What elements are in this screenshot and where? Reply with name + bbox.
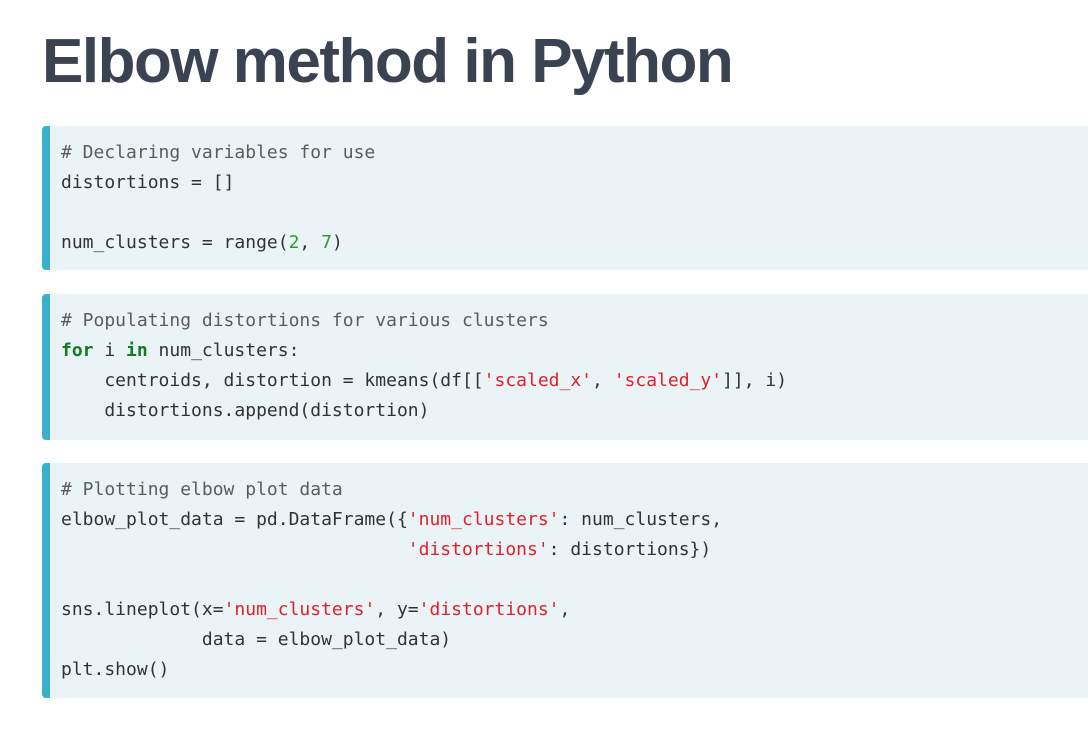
code-text: ) (331, 232, 343, 253)
code-text: distortions = [] (61, 172, 235, 193)
code-text: ]], i) (722, 370, 788, 391)
code-line: plt.show() (61, 655, 1088, 685)
code-text: , (299, 232, 322, 253)
code-line: for i in num_clusters: (61, 336, 1088, 366)
page: Elbow method in Python # Declaring varia… (0, 0, 1088, 744)
code-line: sns.lineplot(x='num_clusters', y='distor… (61, 595, 1088, 625)
code-text: , y= (375, 599, 419, 620)
code-text: data = elbow_plot_data) (61, 629, 452, 650)
code-block: # Populating distortions for various clu… (42, 294, 1088, 440)
code-comment: # Plotting elbow plot data (61, 479, 343, 500)
code-text: num_clusters = range( (61, 232, 289, 253)
code-keyword: in (126, 340, 148, 361)
code-text: num_clusters: (147, 340, 300, 361)
code-string: 'num_clusters' (407, 509, 560, 530)
code-string: 'distortions' (407, 539, 549, 560)
code-line: # Populating distortions for various clu… (61, 306, 1088, 336)
code-text: : distortions}) (548, 539, 712, 560)
code-text: plt.show() (61, 659, 170, 680)
code-text: : num_clusters, (559, 509, 723, 530)
code-line: # Declaring variables for use (61, 138, 1088, 168)
code-number: 7 (321, 232, 332, 253)
code-comment: # Declaring variables for use (61, 142, 376, 163)
code-text: elbow_plot_data = pd.DataFrame({ (61, 509, 408, 530)
code-text: centroids, distortion = kmeans(df[[ (61, 370, 484, 391)
code-block: # Plotting elbow plot data elbow_plot_dat… (42, 463, 1088, 698)
code-string: 'scaled_y' (613, 370, 723, 391)
code-keyword: for (61, 340, 94, 361)
code-text: distortions.append(distortion) (61, 400, 430, 421)
code-string: 'distortions' (418, 599, 560, 620)
code-text: sns.lineplot(x= (61, 599, 224, 620)
code-comment: # Populating distortions for various clu… (61, 310, 549, 331)
page-title: Elbow method in Python (42, 27, 734, 96)
code-text: , (592, 370, 614, 391)
code-line: elbow_plot_data = pd.DataFrame({'num_clu… (61, 505, 1088, 535)
code-string: 'num_clusters' (223, 599, 376, 620)
code-line: centroids, distortion = kmeans(df[['scal… (61, 366, 1088, 396)
code-line: data = elbow_plot_data) (61, 625, 1088, 655)
code-block: # Declaring variables for use distortions… (42, 126, 1088, 270)
code-number: 2 (288, 232, 300, 253)
code-text: , (559, 599, 571, 620)
code-line: 'distortions': distortions}) (61, 535, 1088, 565)
code-line: # Plotting elbow plot data (61, 475, 1088, 505)
code-line: num_clusters = range(2, 7) (61, 228, 1088, 258)
code-text: i (93, 340, 127, 361)
code-line: distortions.append(distortion) (61, 396, 1088, 426)
code-line: distortions = [] (61, 168, 1088, 198)
code-string: 'scaled_x' (483, 370, 593, 391)
